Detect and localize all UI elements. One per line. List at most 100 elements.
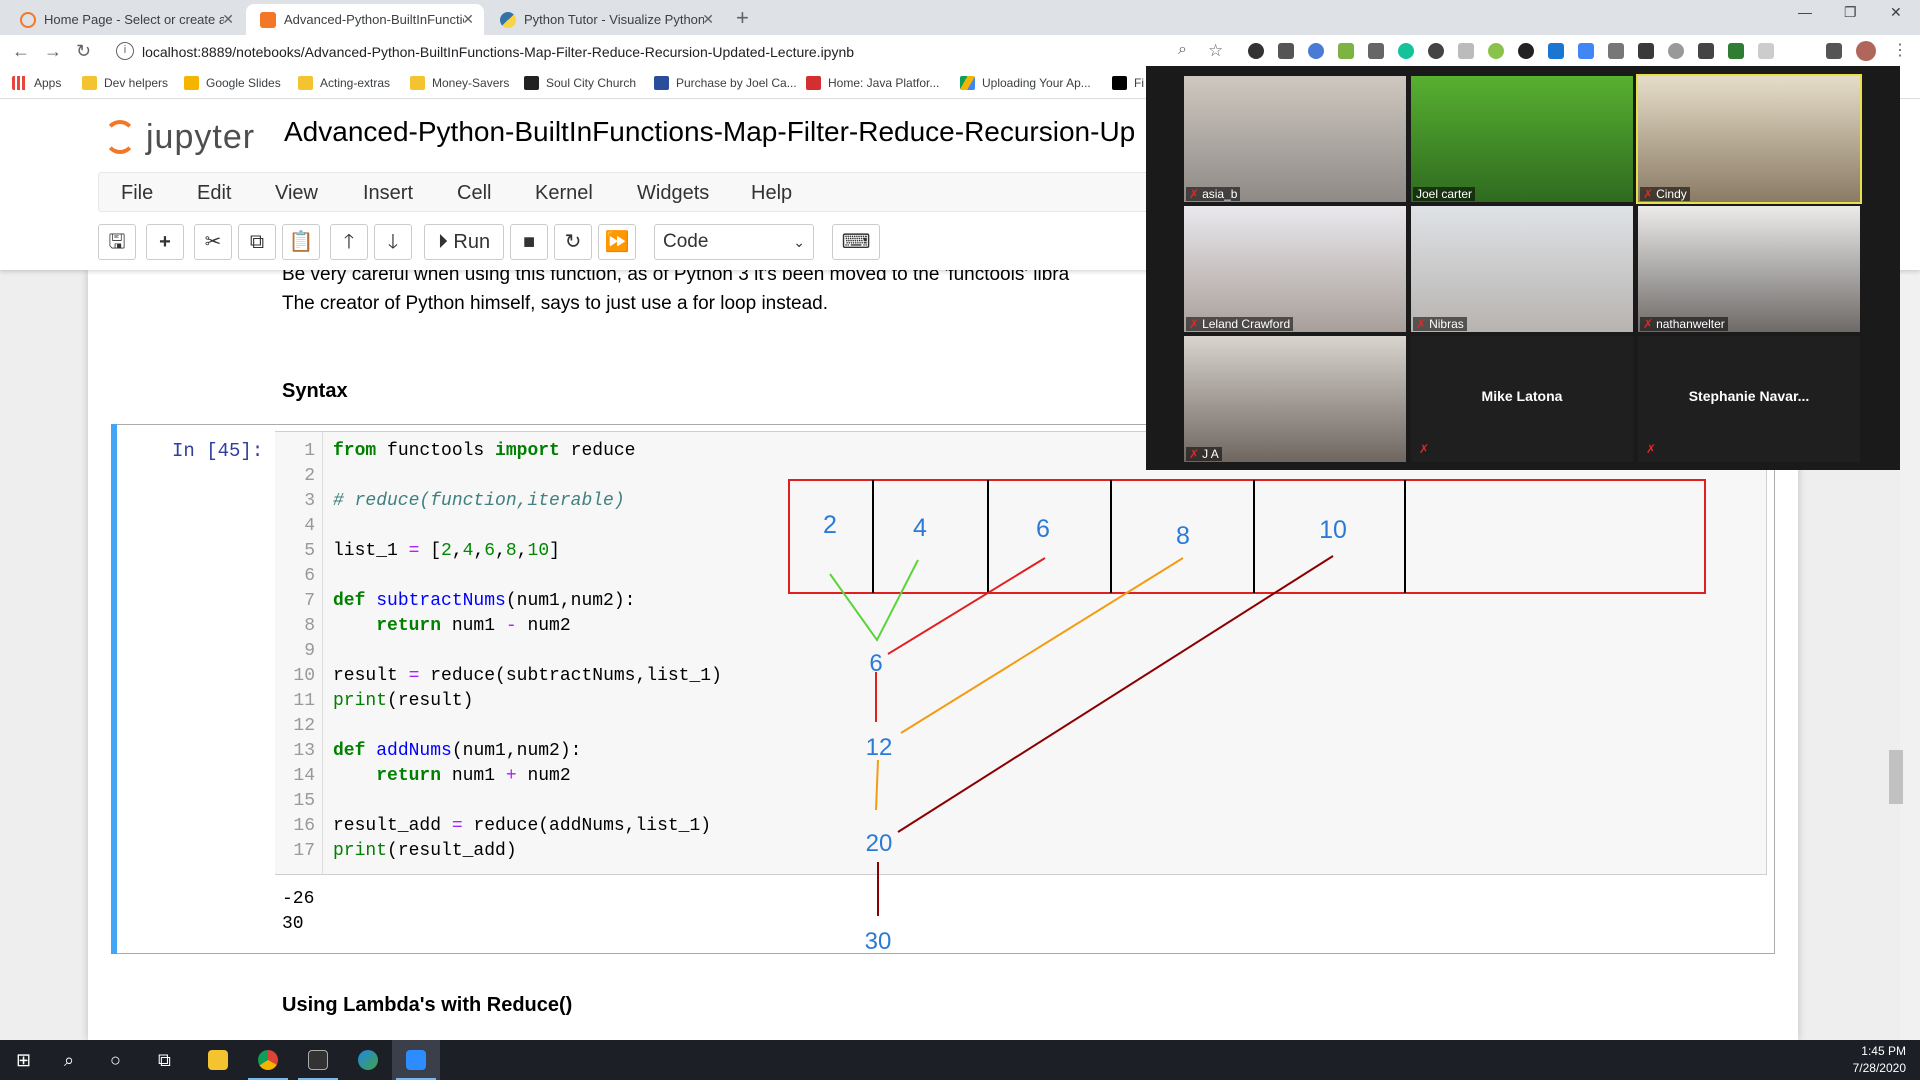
cut-button[interactable]: ✂ (194, 224, 232, 260)
participant-tile[interactable]: ✗ Leland Crawford (1184, 206, 1406, 332)
zoom-icon[interactable]: ⌕ (1178, 41, 1187, 59)
move-up-button[interactable]: 🡑 (330, 224, 368, 260)
save-button[interactable]: 🖫 (98, 224, 136, 260)
bookmark-soul-city[interactable]: Soul City Church (524, 76, 636, 90)
cell-selected-indicator (111, 424, 117, 954)
extension-icon[interactable] (1548, 43, 1564, 59)
taskbar-file-explorer[interactable] (194, 1040, 242, 1080)
participant-tile[interactable]: Mike Latona ✗ (1411, 336, 1633, 462)
minimize-button[interactable]: — (1798, 4, 1812, 20)
interrupt-button[interactable]: ■ (510, 224, 548, 260)
move-down-button[interactable]: 🡓 (374, 224, 412, 260)
menu-file[interactable]: File (121, 182, 153, 205)
extension-icon[interactable] (1368, 43, 1384, 59)
bookmark-purchase[interactable]: Purchase by Joel Ca... (654, 76, 797, 90)
notebook-title[interactable]: Advanced-Python-BuiltInFunctions-Map-Fil… (284, 116, 1135, 148)
extension-icon[interactable] (1728, 43, 1744, 59)
chrome-menu-icon[interactable]: ⋮ (1892, 40, 1908, 59)
paste-button[interactable]: 📋 (282, 224, 320, 260)
system-clock[interactable]: 1:45 PM 7/28/2020 (1853, 1043, 1906, 1077)
restore-button[interactable]: ❐ (1844, 4, 1857, 21)
participant-tile[interactable]: ✗ asia_b (1184, 76, 1406, 202)
folder-icon (82, 76, 97, 90)
extensions-puzzle-icon[interactable] (1826, 43, 1842, 59)
reload-icon[interactable]: ↻ (76, 41, 91, 62)
menu-widgets[interactable]: Widgets (637, 182, 709, 205)
line-number: 9 (304, 641, 315, 661)
run-label: Run (453, 231, 491, 253)
taskbar-zoom[interactable] (392, 1040, 440, 1080)
menu-insert[interactable]: Insert (363, 182, 413, 205)
extension-icon[interactable] (1398, 43, 1414, 59)
profile-avatar[interactable] (1856, 41, 1876, 61)
extension-icon[interactable] (1518, 43, 1534, 59)
bookmark-star-icon[interactable]: ☆ (1208, 41, 1223, 61)
close-icon[interactable]: ✕ (702, 4, 714, 35)
url-input[interactable]: i localhost:8889/notebooks/Advanced-Pyth… (108, 38, 1188, 66)
line-number: 5 (304, 541, 315, 561)
cortana-icon[interactable]: ○ (110, 1050, 121, 1071)
bookmark-folder[interactable]: Acting-extras (298, 76, 390, 90)
menu-cell[interactable]: Cell (457, 182, 491, 205)
task-view-icon[interactable]: ⧉ (158, 1050, 171, 1071)
search-icon[interactable]: ⌕ (64, 1050, 74, 1071)
copy-icon: ⧉ (249, 231, 265, 253)
extension-icon[interactable] (1458, 43, 1474, 59)
menu-kernel[interactable]: Kernel (535, 182, 593, 205)
restart-run-all-button[interactable]: ⏩ (598, 224, 636, 260)
windows-start-icon[interactable]: ⊞ (16, 1050, 31, 1071)
extension-icon[interactable] (1428, 43, 1444, 59)
back-icon[interactable]: ← (12, 41, 30, 62)
tab-notebook[interactable]: Advanced-Python-BuiltInFunctio ✕ (246, 4, 484, 35)
taskbar-chrome[interactable] (244, 1040, 292, 1080)
taskbar-edge[interactable] (344, 1040, 392, 1080)
bookmark-apps[interactable]: Apps (12, 76, 61, 90)
bookmark-medium[interactable]: Fi (1112, 76, 1144, 90)
copy-button[interactable]: ⧉ (238, 224, 276, 260)
extension-icon[interactable] (1338, 43, 1354, 59)
participant-name: Leland Crawford (1202, 317, 1291, 331)
close-icon[interactable]: ✕ (222, 4, 234, 35)
participant-tile-active-speaker[interactable]: ✗ Cindy (1636, 74, 1862, 204)
extension-icon[interactable] (1758, 43, 1774, 59)
extension-icon[interactable] (1698, 43, 1714, 59)
info-icon[interactable]: i (116, 42, 134, 60)
participant-tile[interactable]: ✗ Nibras (1411, 206, 1633, 332)
mic-muted-icon: ✗ (1646, 442, 1657, 456)
cell-type-select[interactable]: Code ⌄ (654, 224, 814, 260)
extension-icon[interactable] (1638, 43, 1654, 59)
close-window-button[interactable]: ✕ (1890, 4, 1902, 21)
extension-icon[interactable] (1608, 43, 1624, 59)
menu-edit[interactable]: Edit (197, 182, 231, 205)
bookmark-folder[interactable]: Money-Savers (410, 76, 509, 90)
bookmark-uploading[interactable]: Uploading Your Ap... (960, 76, 1091, 90)
folder-icon (298, 76, 313, 90)
participant-tile[interactable]: Stephanie Navar... ✗ (1638, 336, 1860, 462)
code-line: result = reduce(subtractNums,list_1) (333, 666, 722, 686)
command-palette-button[interactable]: ⌨ (832, 224, 880, 260)
extension-icon[interactable] (1248, 43, 1264, 59)
extension-icon[interactable] (1578, 43, 1594, 59)
menu-view[interactable]: View (275, 182, 318, 205)
participant-tile[interactable]: ✗ J A (1184, 336, 1406, 462)
extension-icon[interactable] (1668, 43, 1684, 59)
bookmark-java[interactable]: Home: Java Platfor... (806, 76, 939, 90)
new-tab-button[interactable]: + (736, 4, 749, 32)
close-icon[interactable]: ✕ (462, 4, 474, 35)
tab-home-page[interactable]: Home Page - Select or create a n ✕ (6, 4, 244, 35)
extension-icon[interactable] (1308, 43, 1324, 59)
menu-help[interactable]: Help (751, 182, 792, 205)
run-button[interactable]: ⏵ Run (424, 224, 504, 260)
bookmark-folder[interactable]: Dev helpers (82, 76, 168, 90)
insert-cell-button[interactable]: + (146, 224, 184, 260)
restart-button[interactable]: ↻ (554, 224, 592, 260)
extension-icon[interactable] (1488, 43, 1504, 59)
extension-icon[interactable] (1278, 43, 1294, 59)
participant-tile[interactable]: ✗ nathanwelter (1638, 206, 1860, 332)
bookmark-google-slides[interactable]: Google Slides (184, 76, 281, 90)
participant-tile[interactable]: Joel carter (1411, 76, 1633, 202)
tab-python-tutor[interactable]: Python Tutor - Visualize Python, ✕ (486, 4, 724, 35)
forward-icon[interactable]: → (44, 41, 62, 62)
scrollbar-thumb[interactable] (1889, 750, 1903, 804)
taskbar-terminal[interactable] (294, 1040, 342, 1080)
